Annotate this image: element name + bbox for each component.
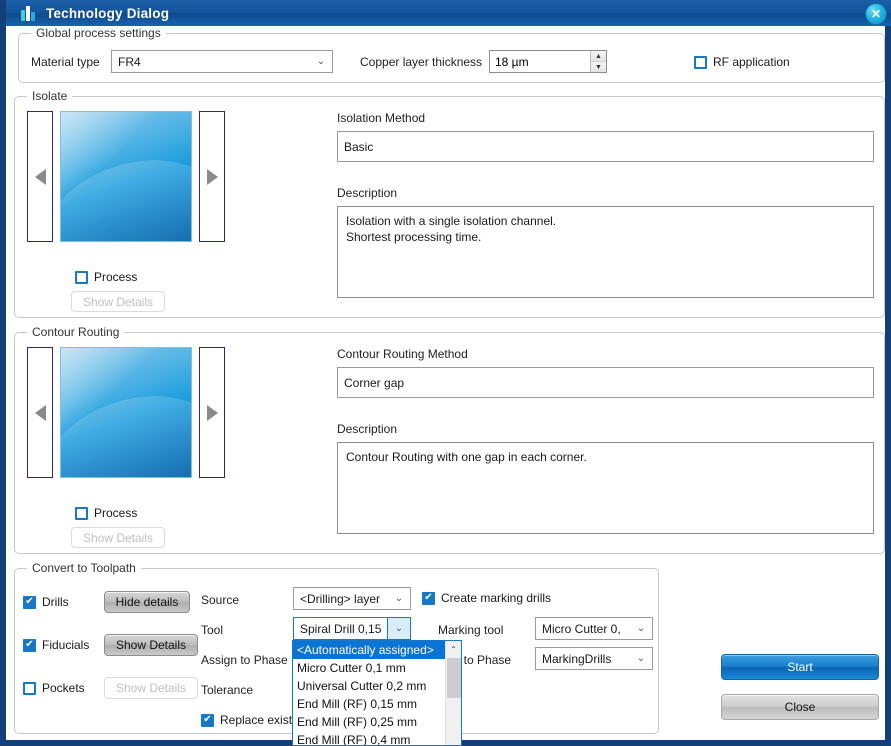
spinner-up-icon[interactable]: ▲ (591, 51, 606, 62)
contour-description-text: Contour Routing with one gap in each cor… (337, 442, 874, 534)
arrow-right-icon (206, 168, 218, 185)
contour-description-label: Description (337, 422, 398, 436)
assign-to-phase-label: Assign to Phase (201, 653, 288, 667)
marking-tool-label: Marking tool (438, 623, 504, 637)
isolation-method-value: Basic (344, 139, 374, 154)
scroll-up-icon[interactable]: ⌃ (446, 641, 461, 657)
rf-application-label: RF application (713, 55, 790, 69)
tool-label: Tool (201, 623, 224, 637)
source-combo[interactable]: <Drilling> layer ⌄ (293, 587, 411, 610)
tool-dropdown-items: <Automatically assigned> Micro Cutter 0,… (293, 641, 445, 745)
tool-value: Spiral Drill 0,15 (300, 621, 382, 636)
technology-dialog-window: Technology Dialog ✕ Global process setti… (0, 0, 891, 746)
close-button[interactable]: Close (721, 694, 879, 720)
create-marking-drills-checkbox[interactable]: ✔ Create marking drills (422, 591, 551, 605)
app-logo-icon (20, 4, 38, 22)
spinner-buttons[interactable]: ▲ ▼ (590, 51, 606, 72)
contour-next-button[interactable] (199, 347, 225, 478)
isolate-prev-button[interactable] (27, 111, 53, 242)
arrow-left-icon (34, 404, 46, 421)
material-type-combo[interactable]: FR4 ⌄ (111, 50, 333, 73)
isolate-description-text: Isolation with a single isolation channe… (337, 206, 874, 298)
contour-prev-button[interactable] (27, 347, 53, 478)
isolate-process-checkbox[interactable]: ✔ Process (75, 270, 137, 284)
contour-preview-image (60, 347, 192, 478)
contour-routing-method-value: Corner gap (344, 375, 405, 390)
checkbox-box: ✔ (23, 638, 36, 652)
arrow-right-icon (206, 404, 218, 421)
tool-combo[interactable]: Spiral Drill 0,15 ⌄ (293, 617, 411, 640)
isolate-process-label: Process (94, 270, 138, 284)
chevron-down-icon: ⌄ (636, 653, 646, 664)
isolate-show-details-button[interactable]: Show Details (71, 291, 165, 312)
source-label: Source (201, 593, 240, 607)
tool-dropdown-item[interactable]: Universal Cutter 0,2 mm (293, 677, 445, 695)
tolerance-label: Tolerance (201, 683, 254, 697)
fiducials-details-button[interactable]: Show Details (104, 634, 198, 656)
isolate-preview-image (60, 111, 192, 242)
fiducials-label: Fiducials (42, 638, 90, 652)
checkbox-box: ✔ (75, 270, 88, 284)
tool-dropdown-list[interactable]: <Automatically assigned> Micro Cutter 0,… (292, 640, 462, 746)
tool-dropdown-item[interactable]: Micro Cutter 0,1 mm (293, 659, 445, 677)
marking-assign-to-phase-value: MarkingDrills (542, 651, 612, 666)
isolate-description-label: Description (337, 186, 398, 200)
marking-tool-value: Micro Cutter 0, (542, 621, 621, 636)
pockets-checkbox[interactable]: ✔ Pockets (23, 681, 85, 695)
checkbox-box: ✔ (694, 55, 707, 69)
contour-routing-method-combo[interactable]: Corner gap (337, 367, 874, 398)
tool-dropdown-item[interactable]: End Mill (RF) 0,15 mm (293, 695, 445, 713)
contour-routing-method-label: Contour Routing Method (337, 347, 468, 361)
chevron-down-icon: ⌄ (394, 593, 404, 604)
pockets-label: Pockets (42, 681, 85, 695)
fiducials-checkbox[interactable]: ✔ Fiducials (23, 638, 89, 652)
tool-dropdown-item[interactable]: End Mill (RF) 0,25 mm (293, 713, 445, 731)
checkbox-box: ✔ (23, 595, 36, 609)
marking-assign-to-phase-combo[interactable]: MarkingDrills ⌄ (535, 647, 653, 670)
copper-layer-thickness-label: Copper layer thickness (360, 55, 483, 69)
pockets-details-button[interactable]: Show Details (104, 677, 198, 699)
copper-layer-thickness-value: 18 µm (495, 54, 529, 69)
source-value: <Drilling> layer (300, 591, 381, 606)
tool-dropdown-item[interactable]: End Mill (RF) 0,4 mm (293, 731, 445, 745)
arrow-left-icon (34, 168, 46, 185)
contour-show-details-button[interactable]: Show Details (71, 527, 165, 548)
checkbox-box: ✔ (75, 506, 88, 520)
global-process-settings-legend: Global process settings (31, 26, 166, 40)
checkbox-box: ✔ (201, 713, 214, 727)
isolate-legend: Isolate (27, 89, 73, 103)
tool-dropdown-scrollbar[interactable]: ⌃ (445, 641, 461, 745)
isolate-next-button[interactable] (199, 111, 225, 242)
checkbox-box: ✔ (23, 681, 36, 695)
scrollbar-thumb[interactable] (447, 658, 461, 698)
convert-to-toolpath-legend: Convert to Toolpath (27, 561, 141, 575)
chevron-down-icon: ⌄ (316, 56, 326, 67)
tool-dropdown-item[interactable]: <Automatically assigned> (293, 641, 445, 659)
material-type-label: Material type (31, 55, 100, 69)
contour-routing-legend: Contour Routing (27, 325, 125, 339)
drills-details-button[interactable]: Hide details (104, 591, 190, 613)
contour-routing-group: Contour Routing ✔ Process Show Details C… (14, 325, 885, 554)
isolate-group: Isolate ✔ Process Show Details Isolation… (14, 89, 885, 318)
marking-tool-combo[interactable]: Micro Cutter 0, ⌄ (535, 617, 653, 640)
global-process-settings-group: Global process settings Material type FR… (18, 26, 885, 83)
create-marking-drills-label: Create marking drills (441, 591, 552, 605)
contour-process-label: Process (94, 506, 138, 520)
spinner-down-icon[interactable]: ▼ (591, 62, 606, 72)
drills-checkbox[interactable]: ✔ Drills (23, 595, 69, 609)
contour-process-checkbox[interactable]: ✔ Process (75, 506, 137, 520)
isolation-method-label: Isolation Method (337, 111, 426, 125)
rf-application-checkbox[interactable]: ✔ RF application (694, 55, 790, 69)
chevron-down-icon[interactable]: ⌄ (387, 618, 410, 639)
start-button[interactable]: Start (721, 654, 879, 680)
window-title: Technology Dialog (46, 5, 170, 21)
material-type-value: FR4 (118, 54, 141, 69)
close-window-icon[interactable]: ✕ (865, 3, 887, 25)
checkbox-box: ✔ (422, 591, 435, 605)
isolation-method-combo[interactable]: Basic (337, 131, 874, 162)
copper-layer-thickness-spinner[interactable]: 18 µm ▲ ▼ (489, 50, 607, 73)
title-bar: Technology Dialog ✕ (6, 0, 891, 26)
drills-label: Drills (42, 595, 69, 609)
chevron-down-icon: ⌄ (636, 623, 646, 634)
